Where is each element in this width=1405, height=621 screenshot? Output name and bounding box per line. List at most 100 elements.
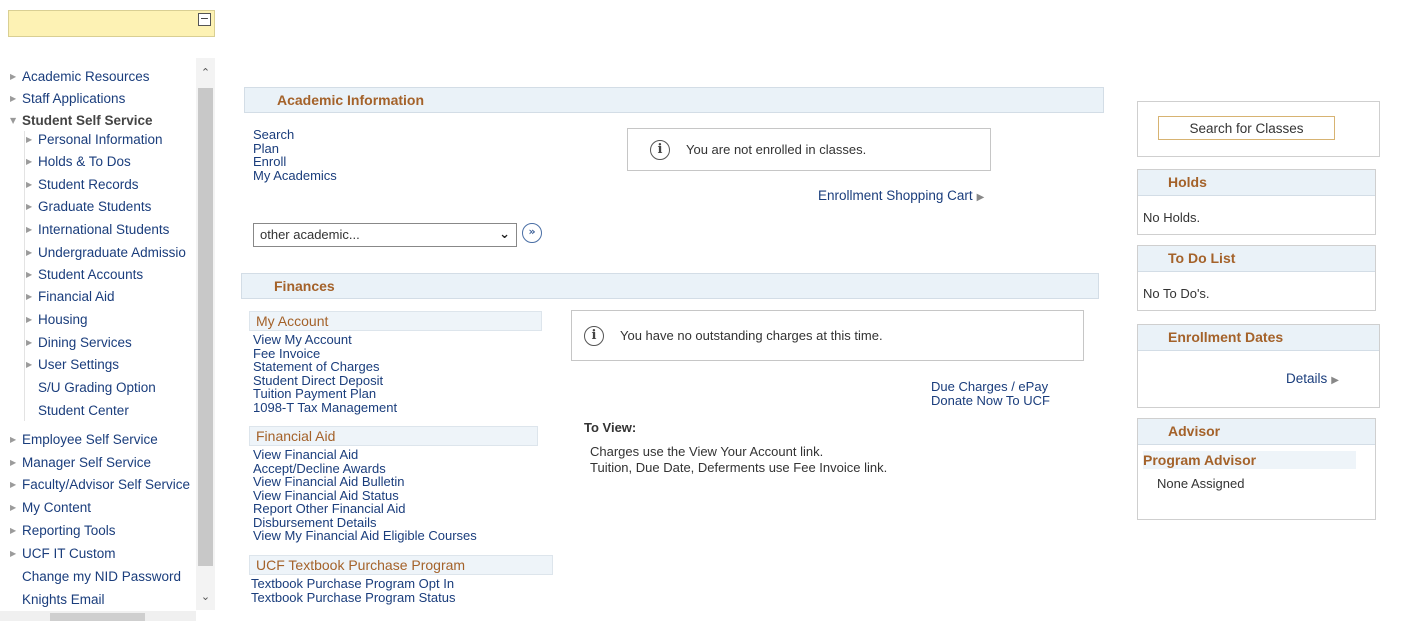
enrollment-notice: i You are not enrolled in classes.: [627, 128, 991, 171]
sidebar-item-label: S/U Grading Option: [38, 380, 156, 395]
go-button[interactable]: »: [522, 223, 542, 243]
sidebar-item[interactable]: ▶ UCF IT Custom: [10, 546, 194, 561]
sidebar-item[interactable]: S/U Grading Option: [26, 380, 194, 395]
triangle-down-icon: ▼: [10, 116, 17, 125]
academic-information-title: Academic Information: [277, 92, 425, 108]
my-account-links: View My Account Fee Invoice Statement of…: [253, 333, 397, 414]
statement-of-charges-link[interactable]: Statement of Charges: [253, 360, 397, 374]
sidebar-item[interactable]: ▶ Faculty/Advisor Self Service: [10, 477, 194, 492]
enroll-link[interactable]: Enroll: [253, 155, 337, 169]
sidebar-item[interactable]: ▶ Dining Services: [26, 335, 194, 350]
sidebar-item[interactable]: ▶ Graduate Students: [26, 199, 194, 214]
info-icon: i: [650, 139, 670, 160]
sidebar-item-label: Staff Applications: [22, 91, 126, 106]
plan-link[interactable]: Plan: [253, 141, 337, 156]
advisor-panel: Advisor Program Advisor None Assigned: [1137, 418, 1376, 520]
view-financial-aid-link[interactable]: View Financial Aid: [253, 448, 477, 462]
triangle-right-icon: ▶: [26, 338, 33, 347]
nav-horizontal-scrollbar[interactable]: [0, 611, 196, 621]
sidebar-item-label: International Students: [38, 222, 170, 237]
view-my-account-link[interactable]: View My Account: [253, 333, 397, 347]
financial-aid-title: Financial Aid: [256, 428, 336, 444]
holds-header: Holds: [1138, 170, 1375, 196]
sidebar-item-label: UCF IT Custom: [22, 546, 116, 561]
scroll-up-icon[interactable]: ⌃: [199, 66, 212, 80]
textbook-program-header: UCF Textbook Purchase Program: [249, 555, 553, 575]
sidebar-item[interactable]: Change my NID Password: [10, 569, 194, 584]
left-navigation: − ▶ Academic Resources ▶ Staff Applications…: [0, 0, 215, 621]
triangle-right-icon: ▶: [10, 94, 17, 103]
sidebar-item[interactable]: ▶ Reporting Tools: [10, 523, 194, 538]
sidebar-item[interactable]: ▶ My Content: [10, 500, 194, 515]
nav-vertical-scrollbar[interactable]: ⌃ ⌄: [196, 58, 215, 610]
triangle-right-icon: ▶: [26, 202, 33, 211]
search-for-classes-button[interactable]: Search for Classes: [1158, 116, 1335, 140]
accept-decline-awards-link[interactable]: Accept/Decline Awards: [253, 461, 477, 476]
sidebar-item[interactable]: ▼ Student Self Service: [10, 113, 194, 128]
sidebar-item-label: Undergraduate Admissio: [38, 245, 186, 260]
payment-links: Due Charges / ePay Donate Now To UCF: [931, 380, 1050, 407]
sidebar-item[interactable]: Student Center: [26, 403, 194, 418]
textbook-program-title: UCF Textbook Purchase Program: [256, 557, 466, 573]
scrollbar-thumb[interactable]: [198, 88, 213, 566]
hscrollbar-thumb[interactable]: [50, 613, 145, 621]
my-account-title: My Account: [256, 313, 329, 329]
sidebar-item-label: Academic Resources: [22, 69, 150, 84]
sidebar-item[interactable]: ▶ Financial Aid: [26, 289, 194, 304]
triangle-right-icon: ▶: [10, 480, 17, 489]
report-other-aid-link[interactable]: Report Other Financial Aid: [253, 502, 477, 516]
academic-information-header: Academic Information: [244, 87, 1104, 113]
to-view-line: Charges use the View Your Account link.: [590, 444, 824, 459]
financial-aid-bulletin-link[interactable]: View Financial Aid Bulletin: [253, 475, 477, 489]
finances-header: Finances: [241, 273, 1099, 299]
sidebar-item[interactable]: ▶ Student Records: [26, 177, 194, 192]
search-link[interactable]: Search: [253, 128, 337, 142]
eligible-courses-link[interactable]: View My Financial Aid Eligible Courses: [253, 529, 477, 543]
sidebar-item[interactable]: ▶ Manager Self Service: [10, 455, 194, 470]
academic-links: Search Plan Enroll My Academics: [253, 128, 337, 182]
textbook-status-link[interactable]: Textbook Purchase Program Status: [251, 590, 456, 605]
sidebar-item[interactable]: ▶ Personal Information: [26, 132, 194, 147]
sidebar-item[interactable]: ▶ Staff Applications: [10, 91, 194, 106]
enrollment-dates-panel: Enrollment Dates Details ▶: [1137, 324, 1380, 408]
advisor-header: Advisor: [1138, 419, 1375, 445]
other-academic-select[interactable]: other academic... ⌄: [253, 223, 517, 247]
due-charges-link[interactable]: Due Charges / ePay: [931, 380, 1050, 394]
sidebar-item[interactable]: ▶ User Settings: [26, 357, 194, 372]
sidebar-item-label: Personal Information: [38, 132, 163, 147]
submenu-guide-line: [24, 131, 25, 421]
holds-text: No Holds.: [1143, 210, 1201, 225]
enrollment-shopping-cart-label: Enrollment Shopping Cart: [818, 188, 973, 203]
sidebar-item-label: Financial Aid: [38, 289, 115, 304]
my-account-header: My Account: [249, 311, 542, 331]
student-direct-deposit-link[interactable]: Student Direct Deposit: [253, 373, 397, 388]
other-academic-select-value: other academic...: [260, 227, 360, 242]
sidebar-item-label: Knights Email: [22, 592, 105, 607]
collapse-icon[interactable]: −: [198, 13, 211, 26]
triangle-right-icon: ▶: [10, 549, 17, 558]
sidebar-item-label: Housing: [38, 312, 88, 327]
textbook-opt-in-link[interactable]: Textbook Purchase Program Opt In: [251, 577, 456, 591]
sidebar-item[interactable]: Knights Email: [10, 592, 194, 607]
todo-text: No To Do's.: [1143, 286, 1210, 301]
disbursement-details-link[interactable]: Disbursement Details: [253, 515, 477, 530]
sidebar-item[interactable]: ▶ Undergraduate Admissio: [26, 245, 194, 260]
enrollment-shopping-cart-link[interactable]: Enrollment Shopping Cart ▶: [818, 188, 984, 203]
financial-aid-header: Financial Aid: [249, 426, 538, 446]
enrollment-details-link[interactable]: Details ▶: [1286, 371, 1339, 386]
fee-invoice-link[interactable]: Fee Invoice: [253, 346, 397, 361]
sidebar-item[interactable]: ▶ Employee Self Service: [10, 432, 194, 447]
financial-aid-links: View Financial Aid Accept/Decline Awards…: [253, 448, 477, 543]
sidebar-item[interactable]: ▶ Holds & To Dos: [26, 154, 194, 169]
sidebar-item[interactable]: ▶ International Students: [26, 222, 194, 237]
financial-aid-status-link[interactable]: View Financial Aid Status: [253, 488, 477, 503]
donate-link[interactable]: Donate Now To UCF: [931, 393, 1050, 408]
sidebar-item[interactable]: ▶ Housing: [26, 312, 194, 327]
scroll-down-icon[interactable]: ⌄: [199, 590, 212, 604]
tax-management-link[interactable]: 1098-T Tax Management: [253, 400, 397, 415]
triangle-right-icon: ▶: [10, 503, 17, 512]
my-academics-link[interactable]: My Academics: [253, 168, 337, 183]
sidebar-item[interactable]: ▶ Academic Resources: [10, 69, 194, 84]
tuition-payment-plan-link[interactable]: Tuition Payment Plan: [253, 387, 397, 401]
sidebar-item[interactable]: ▶ Student Accounts: [26, 267, 194, 282]
